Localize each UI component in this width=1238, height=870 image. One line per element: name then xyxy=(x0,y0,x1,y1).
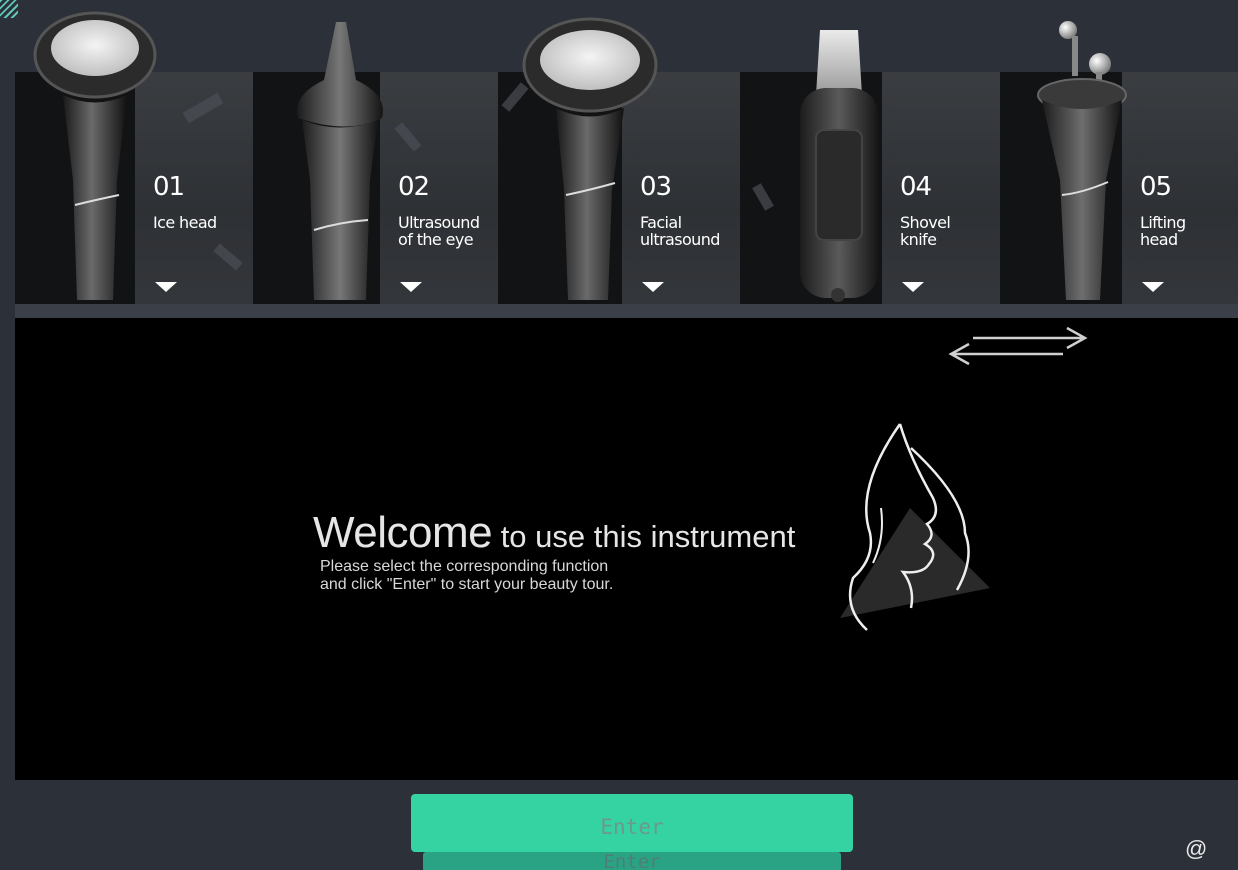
lifting-head-icon xyxy=(1037,21,1127,300)
welcome-subtitle: Please select the corresponding function… xyxy=(320,558,614,593)
select-triangle-icon xyxy=(400,282,422,292)
card-label: Lifting head xyxy=(1140,213,1186,249)
eye-ultrasound-icon xyxy=(297,22,383,300)
enter-button-reflection: Enter xyxy=(423,852,841,870)
card-label: Ice head xyxy=(153,213,217,232)
tool-card-eye-ultrasound[interactable]: 02 Ultrasound of the eye xyxy=(278,22,498,304)
tool-selector-strip: 01 Ice head 02 Ultrasound of the eye 03 … xyxy=(15,0,1238,318)
card-label: Facial ultrasound xyxy=(640,213,720,249)
card-number: 01 xyxy=(153,172,185,202)
card-label: Shovel knife xyxy=(900,213,951,249)
face-outline-icon xyxy=(840,423,990,631)
card-number: 04 xyxy=(900,172,932,202)
welcome-title: Welcome to use this instrument xyxy=(313,508,795,558)
select-triangle-icon xyxy=(1142,282,1164,292)
app-screen: 01 Ice head 02 Ultrasound of the eye 03 … xyxy=(0,0,1238,870)
card-number: 03 xyxy=(640,172,672,202)
select-triangle-icon xyxy=(642,282,664,292)
card-number: 05 xyxy=(1140,172,1172,202)
swipe-arrows-icon[interactable] xyxy=(943,324,1093,372)
tool-card-lifting-head[interactable]: 05 Lifting head xyxy=(1020,21,1238,304)
enter-button[interactable]: Enter xyxy=(411,794,853,852)
card-number: 02 xyxy=(398,172,430,202)
bottom-bar: Enter Enter @ xyxy=(15,780,1238,870)
tool-card-ice-head[interactable]: 01 Ice head xyxy=(33,11,253,304)
card-label: Ultrasound of the eye xyxy=(398,213,480,249)
shovel-knife-icon xyxy=(800,30,878,302)
welcome-title-big: Welcome xyxy=(313,508,493,557)
welcome-title-rest: to use this instrument xyxy=(492,519,796,554)
at-sign-icon: @ xyxy=(1185,836,1208,861)
tool-card-facial-ultrasound[interactable]: 03 Facial ultrasound xyxy=(501,17,740,304)
ice-head-icon xyxy=(33,11,157,300)
select-triangle-icon xyxy=(902,282,924,292)
welcome-panel: Welcome to use this instrument Please se… xyxy=(15,318,1238,780)
tool-card-shovel-knife[interactable]: 04 Shovel knife xyxy=(752,30,1000,304)
facial-ultrasound-icon xyxy=(522,17,658,300)
select-triangle-icon xyxy=(155,282,177,292)
